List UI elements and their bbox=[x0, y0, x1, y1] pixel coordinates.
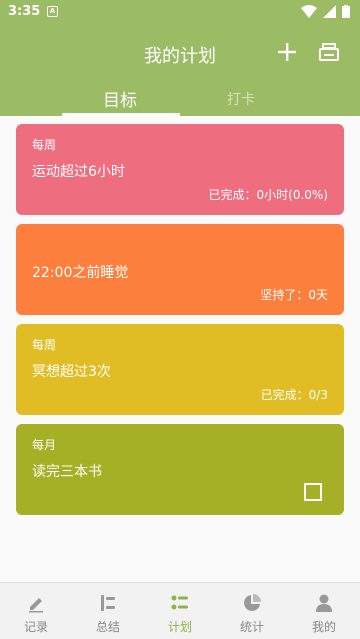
nav-label: 我的 bbox=[311, 620, 336, 634]
plan-name: 冥想超过3次 bbox=[32, 364, 111, 380]
plan-card-sleep[interactable]: 22:00之前睡觉 坚持了：0天 bbox=[16, 224, 344, 315]
nav-label: 计划 bbox=[167, 620, 192, 634]
plan-period: 每月 bbox=[32, 438, 57, 452]
tab-goal[interactable]: 目标 bbox=[103, 86, 137, 111]
plan-card-reading[interactable]: 每月 读完三本书 bbox=[16, 424, 344, 515]
tab-checkin[interactable]: 打卡 bbox=[227, 89, 255, 109]
app-bar: 我的计划 目标 打卡 bbox=[0, 24, 360, 116]
nav-summary[interactable]: 总结 bbox=[72, 583, 144, 639]
plan-name: 读完三本书 bbox=[32, 464, 102, 480]
plan-list-icon bbox=[171, 595, 188, 610]
summary-icon bbox=[101, 595, 115, 611]
plan-card-exercise[interactable]: 每周 运动超过6小时 已完成：0小时(0.0%) bbox=[16, 124, 344, 215]
battery-icon bbox=[342, 5, 350, 18]
nav-label: 总结 bbox=[95, 620, 120, 634]
checkbox[interactable] bbox=[304, 483, 322, 501]
signal-icon bbox=[323, 5, 336, 18]
person-icon bbox=[316, 594, 332, 612]
status-time: 3:35 bbox=[8, 4, 41, 19]
plan-status: 已完成：0小时(0.0%) bbox=[208, 188, 329, 202]
plan-period: 每周 bbox=[32, 338, 57, 352]
nav-mine[interactable]: 我的 bbox=[288, 583, 360, 639]
nav-record[interactable]: 记录 bbox=[0, 583, 72, 639]
nav-label: 统计 bbox=[239, 620, 264, 634]
wifi-icon bbox=[301, 5, 317, 18]
plan-list: 每周 运动超过6小时 已完成：0小时(0.0%) 22:00之前睡觉 坚持了：0… bbox=[0, 116, 360, 582]
plus-icon[interactable] bbox=[276, 41, 298, 63]
plan-name: 运动超过6小时 bbox=[32, 164, 125, 180]
nav-plan[interactable]: 计划 bbox=[144, 583, 216, 639]
nav-label: 记录 bbox=[23, 620, 48, 634]
pen-icon bbox=[29, 598, 43, 613]
page-title: 我的计划 bbox=[144, 46, 216, 67]
notification-icon: A bbox=[47, 6, 58, 17]
status-bar: 3:35 A bbox=[0, 0, 360, 24]
nav-stats[interactable]: 统计 bbox=[216, 583, 288, 639]
bottom-nav: 记录 总结 计划 统计 我的 bbox=[0, 582, 360, 639]
status-icons bbox=[301, 5, 350, 18]
print-icon[interactable] bbox=[318, 41, 340, 63]
plan-card-meditation[interactable]: 每周 冥想超过3次 已完成：0/3 bbox=[16, 324, 344, 415]
plan-status: 已完成：0/3 bbox=[260, 388, 328, 402]
pie-chart-icon bbox=[244, 594, 261, 611]
plan-period: 每周 bbox=[32, 138, 57, 152]
plan-status: 坚持了：0天 bbox=[260, 288, 328, 302]
plan-name: 22:00之前睡觉 bbox=[32, 265, 129, 281]
